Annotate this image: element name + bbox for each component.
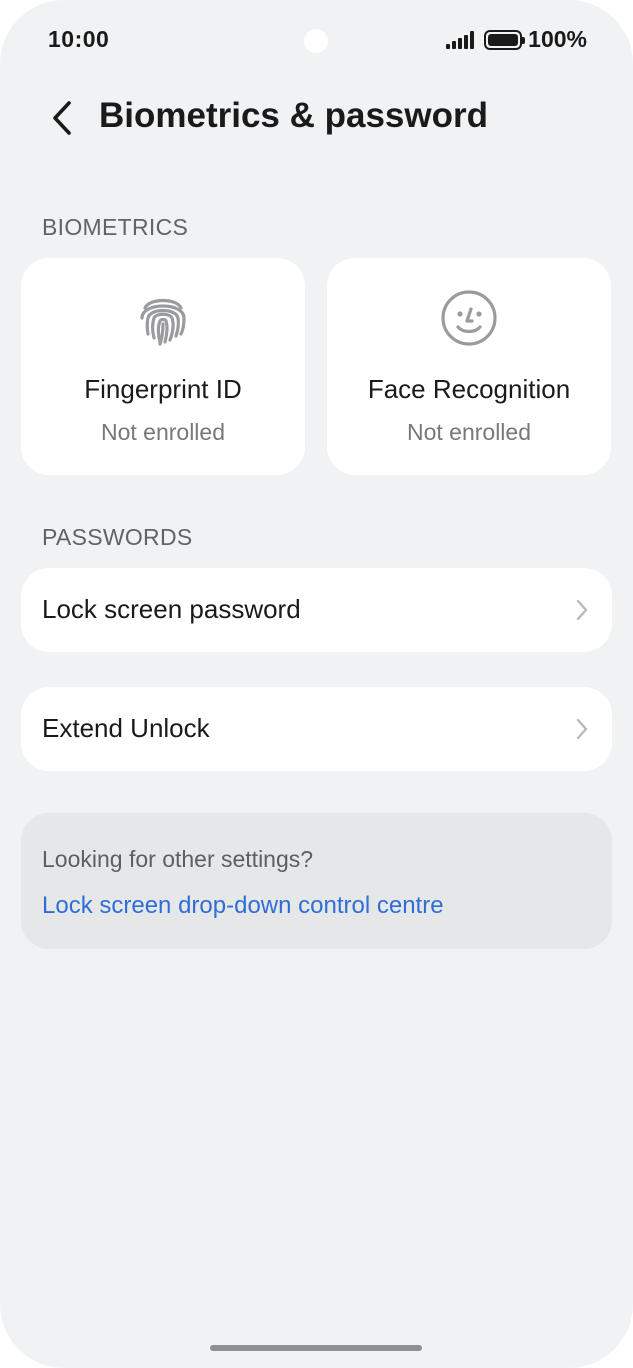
section-label-biometrics: BIOMETRICS bbox=[42, 214, 189, 240]
battery-icon bbox=[484, 29, 526, 50]
signal-icon bbox=[446, 30, 475, 49]
battery-percentage: 100% bbox=[528, 26, 587, 52]
fingerprint-title: Fingerprint ID bbox=[84, 374, 242, 404]
lock-screen-password-label: Lock screen password bbox=[42, 594, 301, 624]
other-settings-card: Looking for other settings? Lock screen … bbox=[21, 813, 612, 949]
face-icon bbox=[441, 290, 497, 346]
chevron-left-icon bbox=[53, 101, 71, 135]
front-camera bbox=[304, 29, 328, 53]
phone-screen: 10:00 100% Biometrics & password BIOMETR… bbox=[0, 0, 633, 1368]
extend-unlock-row[interactable]: Extend Unlock bbox=[21, 687, 612, 771]
lock-screen-password-row[interactable]: Lock screen password bbox=[21, 568, 612, 652]
control-centre-link[interactable]: Lock screen drop-down control centre bbox=[42, 892, 444, 920]
fingerprint-card[interactable]: Fingerprint ID Not enrolled bbox=[21, 258, 305, 475]
face-recognition-card[interactable]: Face Recognition Not enrolled bbox=[327, 258, 611, 475]
face-recognition-status: Not enrolled bbox=[406, 419, 532, 445]
back-button[interactable] bbox=[38, 94, 86, 142]
extend-unlock-label: Extend Unlock bbox=[42, 713, 210, 743]
page-title: Biometrics & password bbox=[99, 96, 488, 135]
fingerprint-status: Not enrolled bbox=[100, 419, 226, 445]
section-label-passwords: PASSWORDS bbox=[42, 524, 193, 550]
home-indicator[interactable] bbox=[210, 1345, 422, 1351]
other-settings-hint: Looking for other settings? bbox=[42, 846, 314, 872]
chevron-right-icon bbox=[576, 718, 588, 740]
status-time: 10:00 bbox=[48, 26, 110, 52]
status-icons: 100% bbox=[446, 26, 587, 53]
chevron-right-icon bbox=[576, 599, 588, 621]
face-recognition-title: Face Recognition bbox=[367, 374, 571, 404]
fingerprint-icon bbox=[140, 298, 186, 346]
